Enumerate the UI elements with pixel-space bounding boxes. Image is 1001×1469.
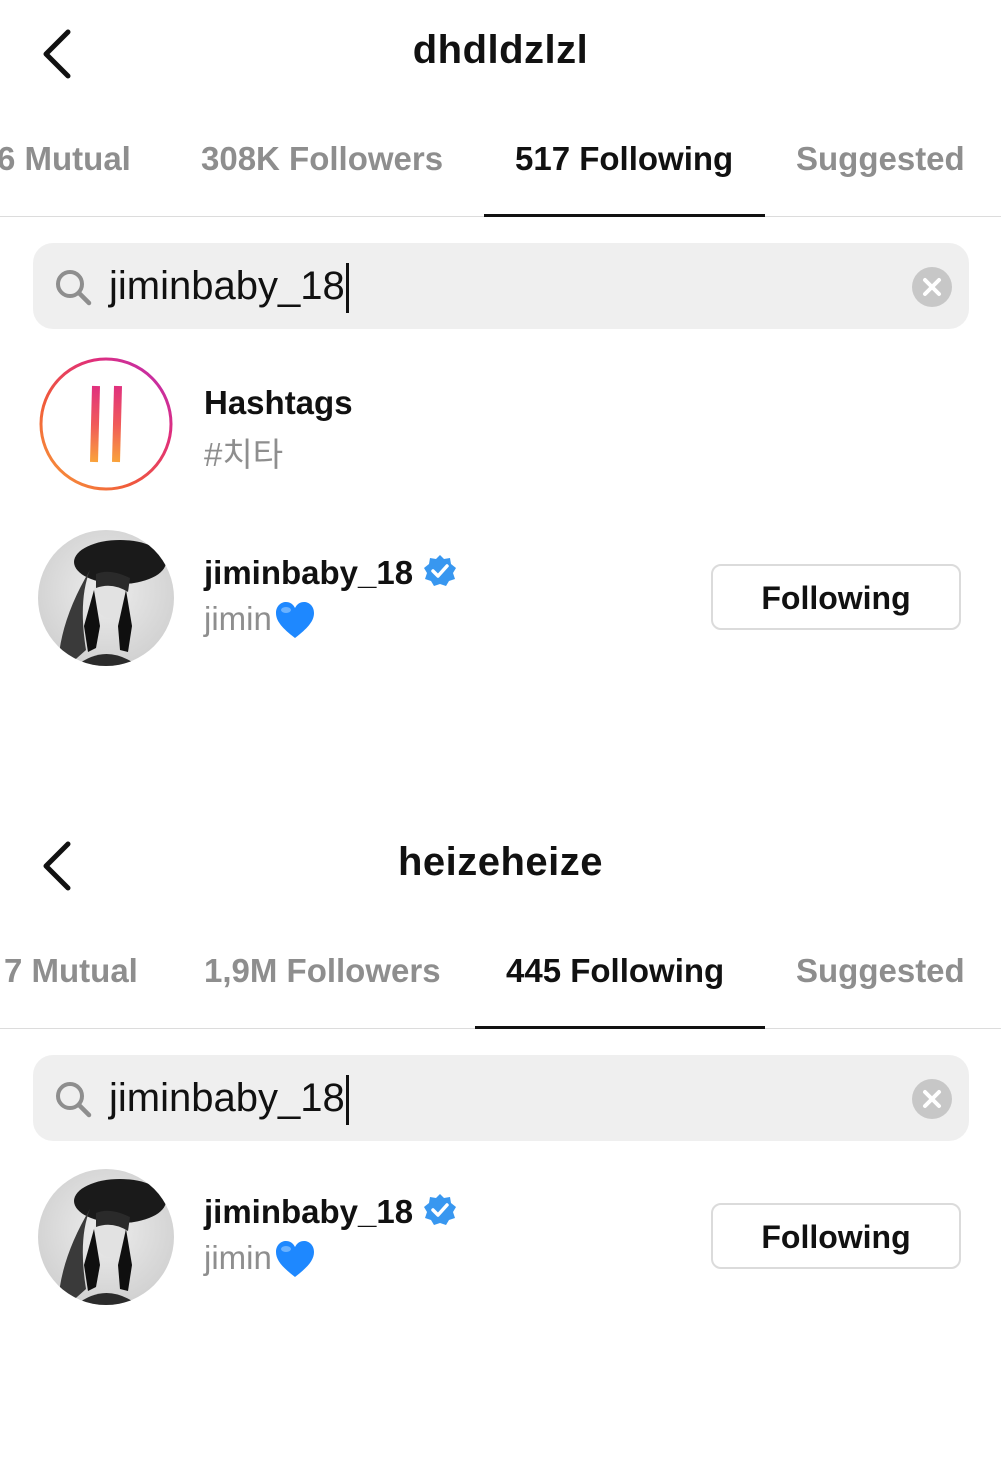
- tab-bar: 7 Mutual 1,9M Followers 445 Following Su…: [0, 922, 1001, 1029]
- user-result-username-line: jiminbaby_18: [204, 1193, 457, 1231]
- search-input[interactable]: jiminbaby_18: [109, 1071, 889, 1126]
- hashtag-result-subtitle: #치타: [204, 436, 284, 473]
- tab-followers[interactable]: 308K Followers: [201, 140, 443, 178]
- clear-circle-icon: [923, 1090, 941, 1108]
- search-bar: jiminbaby_18: [33, 243, 969, 329]
- following-button[interactable]: Following: [711, 1203, 961, 1269]
- display-name: jimin: [204, 1239, 272, 1276]
- search-input[interactable]: jiminbaby_18: [109, 259, 889, 314]
- tab-following[interactable]: 517 Following: [515, 140, 733, 178]
- tab-mutual[interactable]: 7 Mutual: [4, 952, 138, 990]
- following-button[interactable]: Following: [711, 564, 961, 630]
- user-result-row[interactable]: jiminbaby_18 jimin Following: [0, 1169, 1001, 1309]
- username: jiminbaby_18: [204, 554, 414, 591]
- hashtag-icon: [38, 356, 174, 492]
- profile-following-screen-1: dhdldzlzl 6 Mutual 308K Followers 517 Fo…: [0, 0, 1001, 720]
- search-icon: [53, 1079, 93, 1119]
- active-tab-indicator: [475, 1026, 765, 1029]
- clear-search-button[interactable]: [912, 267, 952, 307]
- text-caret: [345, 1075, 349, 1126]
- tab-suggested[interactable]: Suggested: [796, 952, 965, 990]
- verified-badge-icon: [423, 554, 457, 588]
- active-tab-indicator: [484, 214, 765, 217]
- display-name: jimin: [204, 600, 272, 637]
- search-bar: jiminbaby_18: [33, 1055, 969, 1141]
- avatar: [38, 530, 174, 666]
- search-input-value: jiminbaby_18: [109, 1076, 345, 1120]
- user-result-name-line: jimin: [204, 600, 316, 640]
- clear-search-button[interactable]: [912, 1079, 952, 1119]
- tab-following[interactable]: 445 Following: [506, 952, 724, 990]
- user-result-row[interactable]: jiminbaby_18 jimin Following: [0, 530, 1001, 670]
- user-result-username-line: jiminbaby_18: [204, 554, 457, 592]
- clear-circle-icon: [923, 278, 941, 296]
- verified-badge-icon: [423, 1193, 457, 1227]
- hashtag-result-title: Hashtags: [204, 384, 353, 421]
- tab-bar: 6 Mutual 308K Followers 517 Following Su…: [0, 110, 1001, 217]
- tab-followers[interactable]: 1,9M Followers: [204, 952, 441, 990]
- hashtag-result-row[interactable]: Hashtags #치타: [0, 356, 1001, 496]
- page-title: dhdldzlzl: [412, 28, 589, 72]
- search-input-value: jiminbaby_18: [109, 264, 345, 308]
- avatar: [38, 1169, 174, 1305]
- page-title: heizeheize: [397, 840, 604, 884]
- user-result-name-line: jimin: [204, 1239, 316, 1279]
- blue-heart-icon: [274, 1239, 316, 1279]
- tab-suggested[interactable]: Suggested: [796, 140, 965, 178]
- text-caret: [345, 263, 349, 314]
- username: jiminbaby_18: [204, 1193, 414, 1230]
- profile-following-screen-2: heizeheize 7 Mutual 1,9M Followers 445 F…: [0, 812, 1001, 1469]
- tab-mutual[interactable]: 6 Mutual: [0, 140, 131, 178]
- blue-heart-icon: [274, 600, 316, 640]
- search-icon: [53, 267, 93, 307]
